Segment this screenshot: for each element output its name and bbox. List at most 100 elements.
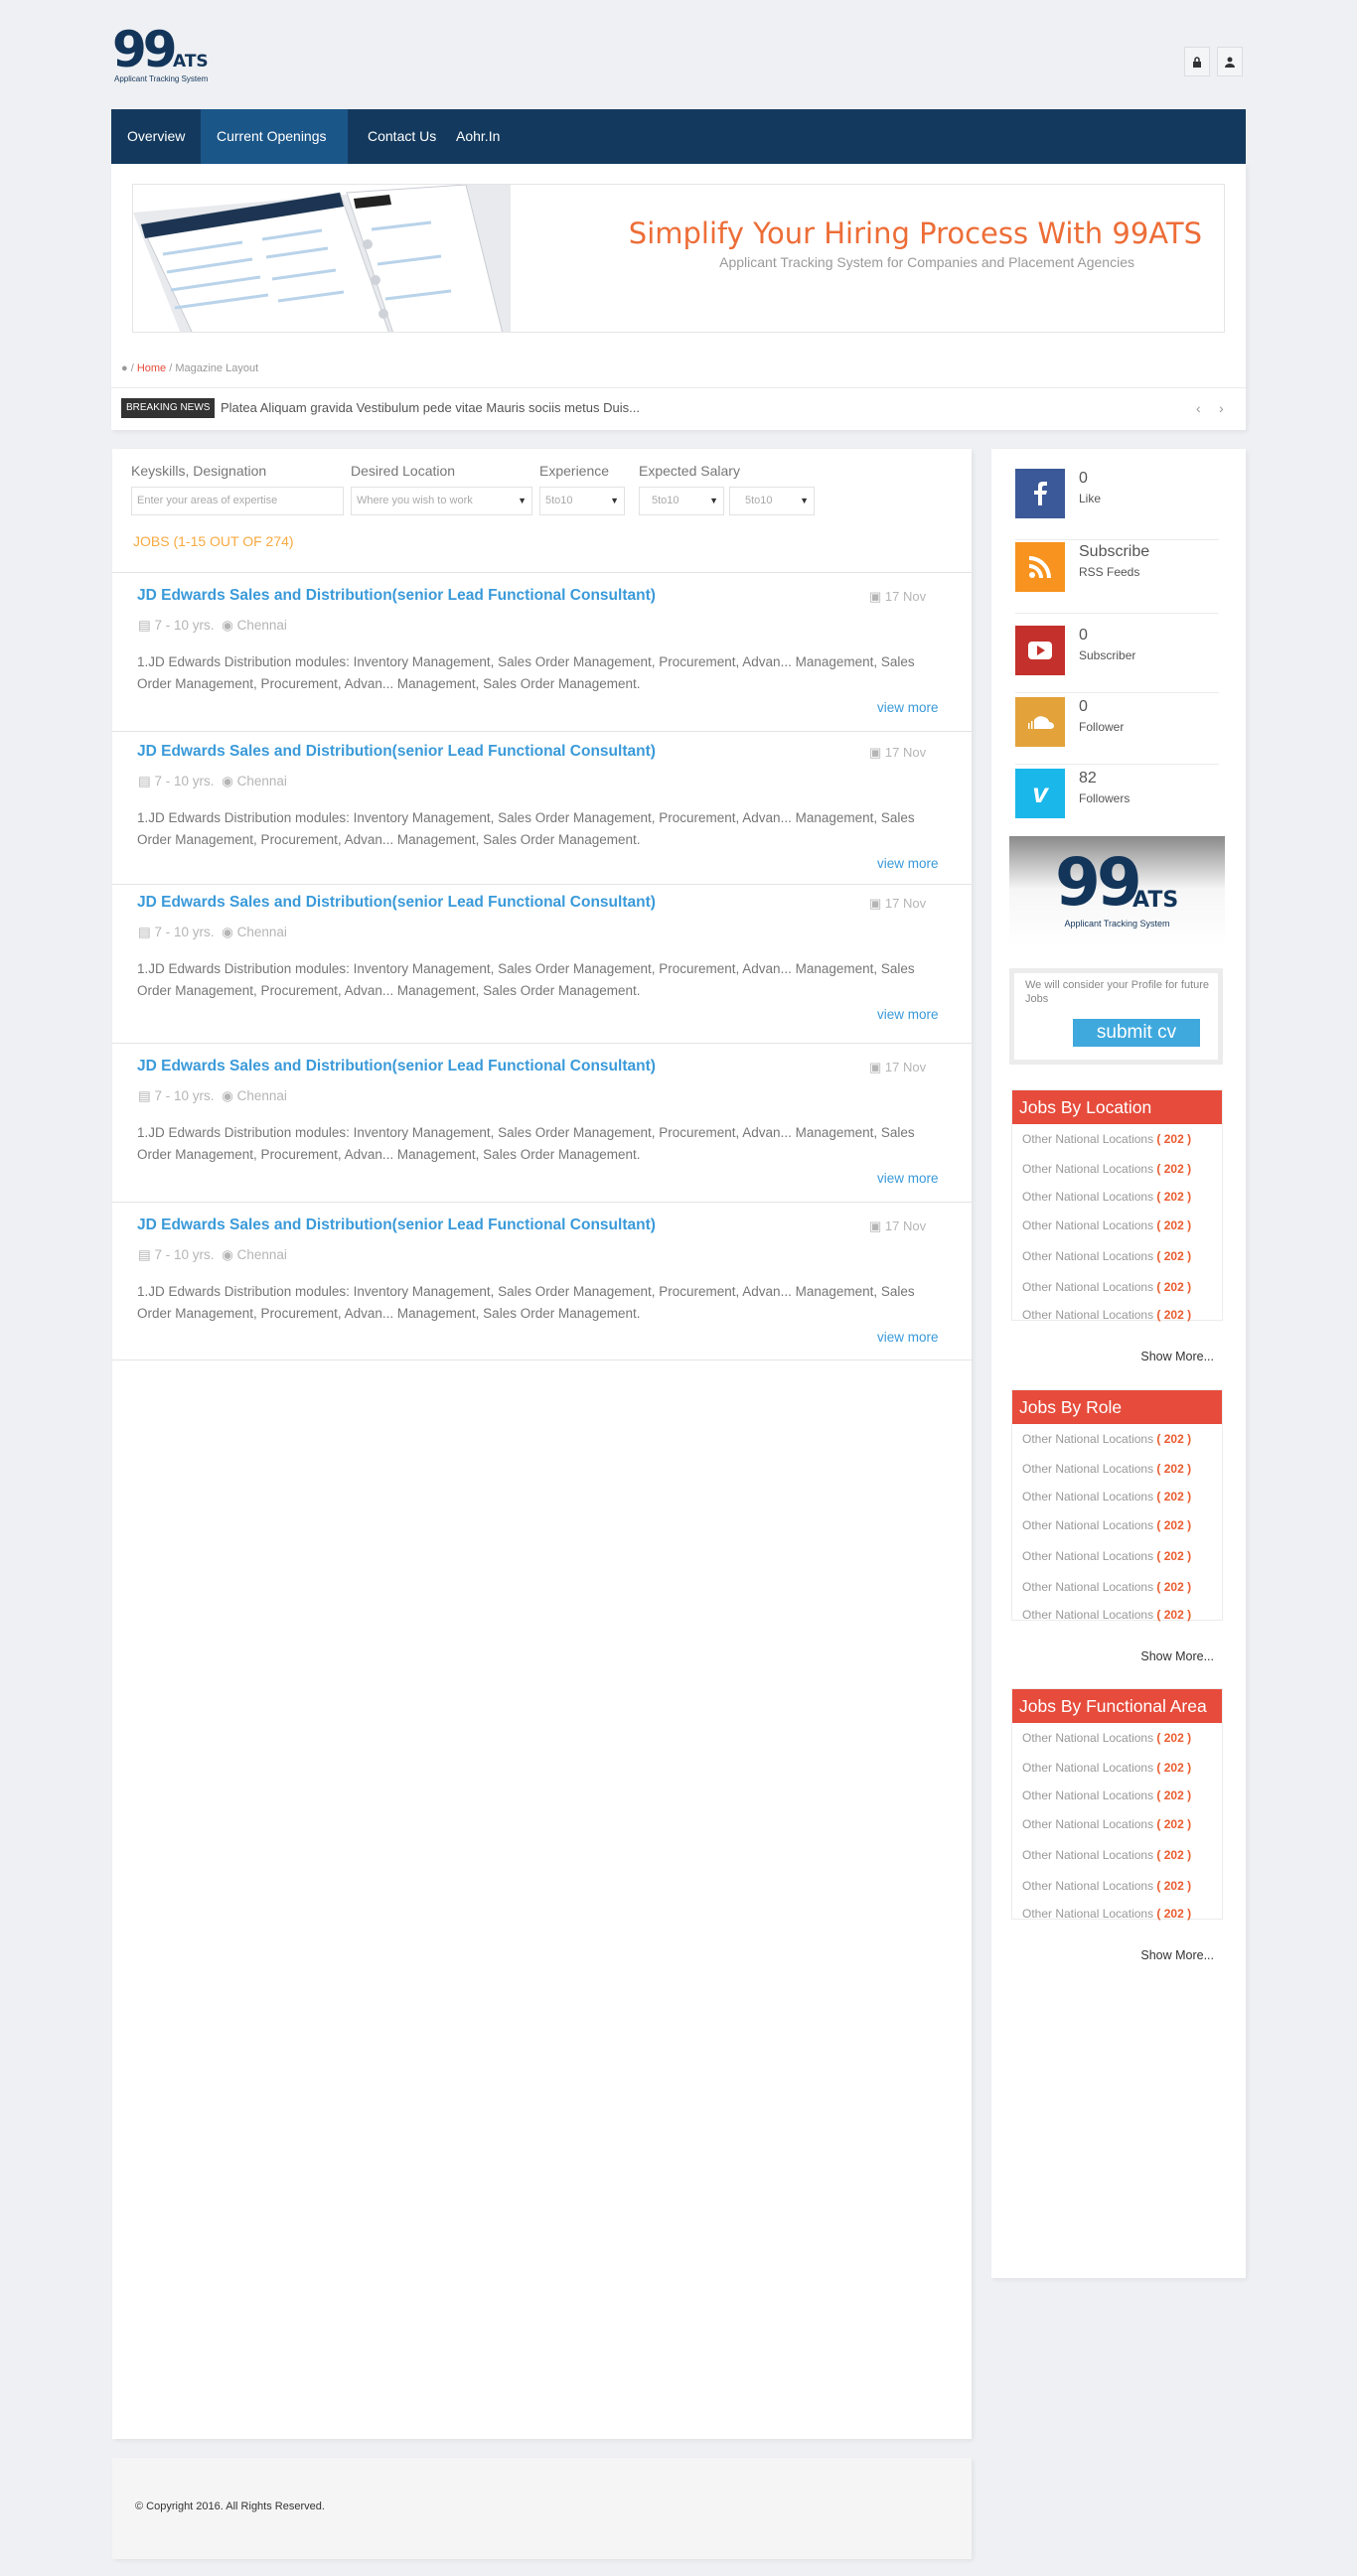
calendar-icon: ▣	[869, 1060, 882, 1074]
nav-aohr[interactable]: Aohr.In	[456, 109, 500, 164]
rss-icon	[1015, 542, 1065, 592]
category-item[interactable]: Other National Locations ( 202 )	[1022, 1848, 1191, 1862]
category-item[interactable]: Other National Locations ( 202 )	[1022, 1518, 1191, 1532]
social-facebook[interactable]: 0 Like	[1015, 469, 1219, 540]
map-pin-icon: ◉	[222, 618, 233, 633]
jobs-count: JOBS (1-15 OUT OF 274)	[133, 533, 294, 549]
view-more-link[interactable]: view more	[877, 1330, 939, 1345]
footer: © Copyright 2016. All Rights Reserved.	[112, 2458, 972, 2559]
category-item[interactable]: Other National Locations ( 202 )	[1022, 1218, 1191, 1232]
caret-down-icon: ▼	[800, 496, 809, 505]
category-item[interactable]: Other National Locations ( 202 )	[1022, 1789, 1191, 1802]
nav-contact-us[interactable]: Contact Us	[368, 109, 436, 164]
category-item[interactable]: Other National Locations ( 202 )	[1022, 1132, 1191, 1146]
caret-down-icon: ▼	[709, 496, 718, 505]
facebook-label: Like	[1079, 492, 1102, 505]
view-more-link[interactable]: view more	[877, 1171, 939, 1186]
hero-banner[interactable]: Simplify Your Hiring Process With 99ATS …	[132, 184, 1225, 333]
nav-current-openings[interactable]: Current Openings	[201, 109, 348, 164]
breaking-news-badge: BREAKING NEWS	[121, 398, 216, 418]
category-item[interactable]: Other National Locations ( 202 )	[1022, 1190, 1191, 1204]
jobs-by-functional-area: Jobs By Functional Area Other National L…	[1011, 1688, 1223, 1962]
category-item[interactable]: Other National Locations ( 202 )	[1022, 1280, 1191, 1294]
user-button[interactable]	[1217, 47, 1243, 76]
submit-cv-button[interactable]: submit cv	[1073, 1019, 1200, 1047]
experience-label: Experience	[539, 463, 610, 479]
nav-overview[interactable]: Overview	[127, 109, 185, 164]
location-select[interactable]: Where you wish to work ▼	[351, 487, 532, 515]
category-item[interactable]: Other National Locations ( 202 )	[1022, 1761, 1191, 1775]
view-more-link[interactable]: view more	[877, 700, 939, 715]
breadcrumb-home[interactable]: Home	[137, 362, 166, 374]
job-description: 1.JD Edwards Distribution modules: Inven…	[137, 1284, 915, 1321]
salary-min-value: 5to10	[652, 495, 679, 506]
view-more-link[interactable]: view more	[877, 856, 939, 871]
banner-title: Simplify Your Hiring Process With 99ATS	[628, 216, 1202, 250]
job-title[interactable]: JD Edwards Sales and Distribution(senior…	[137, 1058, 656, 1075]
rss-label: RSS Feeds	[1079, 565, 1140, 579]
salary-min-select[interactable]: 5to10 ▼	[639, 487, 724, 515]
social-soundcloud[interactable]: 0 Follower	[1015, 697, 1219, 765]
soundcloud-icon	[1015, 697, 1065, 747]
category-item[interactable]: Other National Locations ( 202 )	[1022, 1432, 1191, 1446]
logo-suffix: ATS	[173, 52, 209, 72]
news-ticker-text[interactable]: Platea Aliquam gravida Vestibulum pede v…	[221, 400, 640, 415]
vimeo-icon: v	[1015, 769, 1065, 818]
job-meta: ▤ 7 - 10 yrs. ◉ Chennai	[138, 925, 287, 940]
job-description: 1.JD Edwards Distribution modules: Inven…	[137, 1125, 915, 1162]
job-title[interactable]: JD Edwards Sales and Distribution(senior…	[137, 894, 656, 912]
job-location: Chennai	[236, 1247, 287, 1262]
breadcrumb: ● / Home / Magazine Layout	[121, 362, 259, 374]
soundcloud-count: 0	[1079, 698, 1088, 715]
view-more-link[interactable]: view more	[877, 1007, 939, 1022]
briefcase-icon: ▤	[138, 925, 151, 939]
breadcrumb-current: Magazine Layout	[175, 362, 259, 374]
briefcase-icon: ▤	[138, 618, 151, 633]
category-item[interactable]: Other National Locations ( 202 )	[1022, 1249, 1191, 1263]
logo[interactable]: 99 ATS Applicant Tracking System	[112, 25, 212, 86]
job-meta: ▤ 7 - 10 yrs. ◉ Chennai	[138, 618, 287, 634]
ats-ad-banner[interactable]: 99 ATS Applicant Tracking System	[1009, 836, 1225, 946]
job-title[interactable]: JD Edwards Sales and Distribution(senior…	[137, 743, 656, 761]
vimeo-count: 82	[1079, 770, 1097, 787]
category-title: Jobs By Role	[1012, 1390, 1222, 1424]
job-title[interactable]: JD Edwards Sales and Distribution(senior…	[137, 1216, 656, 1234]
job-location: Chennai	[236, 925, 287, 939]
social-vimeo[interactable]: v 82 Followers	[1015, 769, 1219, 840]
vimeo-label: Followers	[1079, 791, 1131, 805]
category-item[interactable]: Other National Locations ( 202 )	[1022, 1462, 1191, 1476]
category-item[interactable]: Other National Locations ( 202 )	[1022, 1490, 1191, 1503]
category-item[interactable]: Other National Locations ( 202 )	[1022, 1879, 1191, 1893]
category-item[interactable]: Other National Locations ( 202 )	[1022, 1731, 1191, 1745]
job-experience: 7 - 10 yrs.	[154, 925, 215, 939]
category-item[interactable]: Other National Locations ( 202 )	[1022, 1817, 1191, 1831]
chevron-right-icon[interactable]: ›	[1219, 400, 1224, 416]
category-item[interactable]: Other National Locations ( 202 )	[1022, 1580, 1191, 1594]
chevron-left-icon[interactable]: ‹	[1196, 400, 1201, 416]
social-rss[interactable]: Subscribe RSS Feeds	[1015, 542, 1219, 614]
caret-down-icon: ▼	[518, 496, 527, 505]
lock-icon	[1193, 56, 1201, 68]
submit-cv-widget: We will consider your Profile for future…	[1009, 968, 1223, 1065]
jobs-by-location: Jobs By Location Other National Location…	[1011, 1089, 1223, 1363]
category-item[interactable]: Other National Locations ( 202 )	[1022, 1162, 1191, 1176]
category-item[interactable]: Other National Locations ( 202 )	[1022, 1608, 1191, 1622]
category-item[interactable]: Other National Locations ( 202 )	[1022, 1549, 1191, 1563]
job-description: 1.JD Edwards Distribution modules: Inven…	[137, 654, 915, 691]
briefcase-icon: ▤	[138, 1088, 151, 1103]
job-title[interactable]: JD Edwards Sales and Distribution(senior…	[137, 587, 656, 605]
show-more-link[interactable]: Show More...	[1012, 1649, 1214, 1663]
map-pin-icon: ◉	[222, 774, 233, 788]
ad-logo-tagline: Applicant Tracking System	[1064, 919, 1170, 929]
social-youtube[interactable]: 0 Subscriber	[1015, 626, 1219, 693]
keyskills-input[interactable]: Enter your areas of expertise	[131, 487, 344, 515]
show-more-link[interactable]: Show More...	[1012, 1948, 1214, 1962]
login-button[interactable]	[1184, 47, 1210, 76]
category-item[interactable]: Other National Locations ( 202 )	[1022, 1907, 1191, 1921]
experience-select[interactable]: 5to10 ▼	[539, 487, 625, 515]
main-navbar: Overview Current Openings Contact Us Aoh…	[111, 109, 1246, 164]
job-location: Chennai	[236, 1088, 287, 1103]
salary-max-select[interactable]: 5to10 ▼	[729, 487, 815, 515]
show-more-link[interactable]: Show More...	[1012, 1350, 1214, 1363]
category-item[interactable]: Other National Locations ( 202 )	[1022, 1308, 1191, 1322]
